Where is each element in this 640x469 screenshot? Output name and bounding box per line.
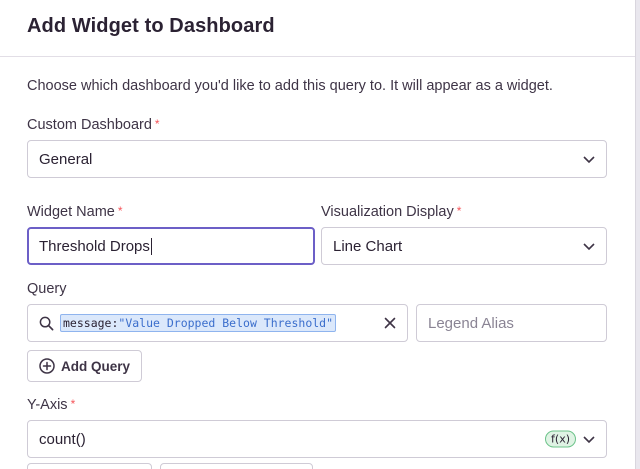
legend-alias-placeholder: Legend Alias — [428, 314, 514, 332]
query-text[interactable]: message:"Value Dropped Below Threshold" — [60, 314, 337, 332]
custom-dashboard-label: Custom Dashboard * — [27, 117, 160, 133]
y-axis-label: Y-Axis * — [27, 397, 76, 413]
modal-description: Choose which dashboard you'd like to add… — [27, 78, 553, 94]
chevron-down-icon — [583, 156, 595, 164]
modal-header: Add Widget to Dashboard — [0, 0, 635, 57]
query-label: Query — [27, 281, 67, 297]
chevron-down-icon — [583, 436, 595, 444]
y-axis-value: count() — [39, 430, 86, 448]
widget-name-label: Widget Name * — [27, 204, 123, 220]
required-marker: * — [154, 117, 160, 131]
visualization-label: Visualization Display * — [321, 204, 462, 220]
widget-name-input[interactable]: Threshold Drops — [27, 227, 315, 265]
function-badge: f(x) — [545, 430, 576, 448]
partial-control[interactable] — [160, 463, 313, 469]
add-query-button[interactable]: Add Query — [27, 350, 143, 382]
query-value: "Value Dropped Below Threshold" — [118, 316, 334, 330]
query-search-input[interactable]: message:"Value Dropped Below Threshold" — [27, 304, 408, 342]
required-marker: * — [456, 204, 462, 218]
text-caret — [150, 237, 152, 255]
visualization-value: Line Chart — [333, 237, 403, 255]
add-circle-icon — [39, 358, 55, 374]
required-marker: * — [70, 397, 76, 411]
required-marker: * — [117, 204, 123, 218]
modal-title: Add Widget to Dashboard — [27, 15, 275, 37]
query-key: message: — [63, 316, 119, 330]
widget-name-value: Threshold Drops — [39, 237, 150, 255]
clear-icon[interactable] — [384, 317, 396, 329]
chevron-down-icon — [583, 243, 595, 251]
custom-dashboard-value: General — [39, 150, 93, 168]
partial-control[interactable] — [27, 463, 152, 469]
y-axis-select[interactable]: count() f(x) — [27, 420, 607, 458]
custom-dashboard-select[interactable]: General — [27, 140, 607, 178]
add-widget-modal: Add Widget to Dashboard Choose which das… — [0, 0, 636, 469]
add-query-label: Add Query — [61, 358, 131, 374]
search-icon — [39, 316, 54, 330]
legend-alias-input[interactable]: Legend Alias — [416, 304, 607, 342]
visualization-select[interactable]: Line Chart — [321, 227, 607, 265]
